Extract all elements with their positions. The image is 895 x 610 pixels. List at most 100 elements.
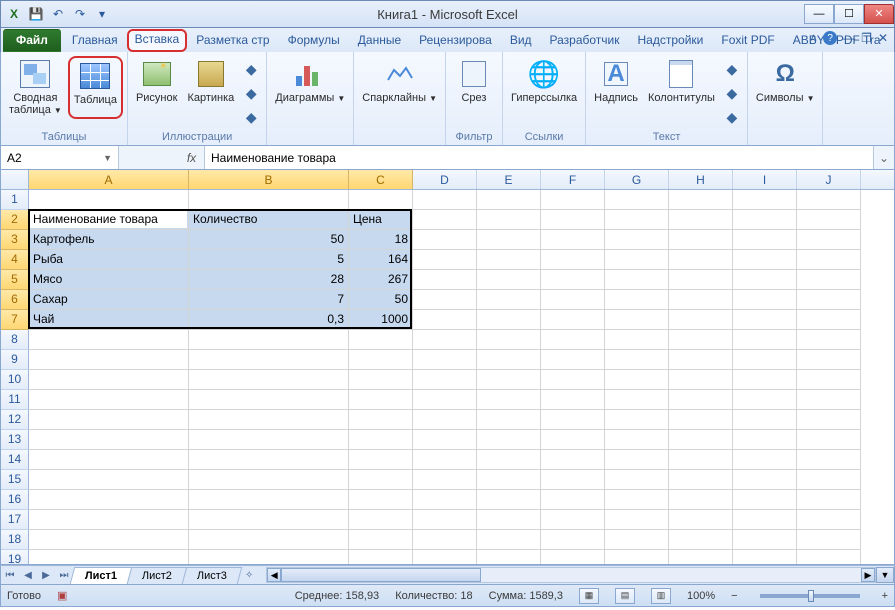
cell-B4[interactable]: 5 bbox=[189, 250, 349, 270]
cell-A6[interactable]: Сахар bbox=[29, 290, 189, 310]
tab-надстройки[interactable]: Надстройки bbox=[629, 29, 713, 52]
cell-B8[interactable] bbox=[189, 330, 349, 350]
cell-C16[interactable] bbox=[349, 490, 413, 510]
cell-B3[interactable]: 50 bbox=[189, 230, 349, 250]
mdi-restore-icon[interactable]: ❐ bbox=[861, 31, 872, 45]
cell-J14[interactable] bbox=[797, 450, 861, 470]
cell-E10[interactable] bbox=[477, 370, 541, 390]
row-header-3[interactable]: 3 bbox=[1, 230, 29, 250]
cell-C4[interactable]: 164 bbox=[349, 250, 413, 270]
row-header-16[interactable]: 16 bbox=[1, 490, 29, 510]
cell-H13[interactable] bbox=[669, 430, 733, 450]
cell-J16[interactable] bbox=[797, 490, 861, 510]
signature-icon[interactable]: ◆ bbox=[721, 82, 743, 104]
cell-I9[interactable] bbox=[733, 350, 797, 370]
cell-D13[interactable] bbox=[413, 430, 477, 450]
pivot-table-button[interactable]: Своднаятаблица ▼ bbox=[5, 56, 66, 119]
cell-B7[interactable]: 0,3 bbox=[189, 310, 349, 330]
cell-C2[interactable]: Цена bbox=[349, 210, 413, 230]
table-button[interactable]: Таблица bbox=[68, 56, 123, 119]
cell-A12[interactable] bbox=[29, 410, 189, 430]
cell-H18[interactable] bbox=[669, 530, 733, 550]
cell-F3[interactable] bbox=[541, 230, 605, 250]
cell-A8[interactable] bbox=[29, 330, 189, 350]
cell-I10[interactable] bbox=[733, 370, 797, 390]
cell-E7[interactable] bbox=[477, 310, 541, 330]
cell-J8[interactable] bbox=[797, 330, 861, 350]
cell-I14[interactable] bbox=[733, 450, 797, 470]
cell-J13[interactable] bbox=[797, 430, 861, 450]
sheet-tab-Лист3[interactable]: Лист3 bbox=[182, 567, 243, 584]
ribbon-minimize-icon[interactable]: ˄ bbox=[810, 31, 817, 45]
cell-A1[interactable] bbox=[29, 190, 189, 210]
sheet-tab-Лист2[interactable]: Лист2 bbox=[127, 567, 188, 584]
cell-F19[interactable] bbox=[541, 550, 605, 564]
cell-H3[interactable] bbox=[669, 230, 733, 250]
mdi-close-icon[interactable]: ✕ bbox=[878, 31, 888, 45]
cell-D17[interactable] bbox=[413, 510, 477, 530]
cell-H17[interactable] bbox=[669, 510, 733, 530]
cell-A7[interactable]: Чай bbox=[29, 310, 189, 330]
cell-G17[interactable] bbox=[605, 510, 669, 530]
cell-B5[interactable]: 28 bbox=[189, 270, 349, 290]
cell-D4[interactable] bbox=[413, 250, 477, 270]
cell-I17[interactable] bbox=[733, 510, 797, 530]
cell-J17[interactable] bbox=[797, 510, 861, 530]
smartart-icon[interactable]: ◆ bbox=[240, 82, 262, 104]
column-header-G[interactable]: G bbox=[605, 170, 669, 189]
cell-I11[interactable] bbox=[733, 390, 797, 410]
cell-I13[interactable] bbox=[733, 430, 797, 450]
cell-J10[interactable] bbox=[797, 370, 861, 390]
cell-G14[interactable] bbox=[605, 450, 669, 470]
cell-H1[interactable] bbox=[669, 190, 733, 210]
cell-A19[interactable] bbox=[29, 550, 189, 564]
cell-J3[interactable] bbox=[797, 230, 861, 250]
cell-B16[interactable] bbox=[189, 490, 349, 510]
cell-E12[interactable] bbox=[477, 410, 541, 430]
cell-H14[interactable] bbox=[669, 450, 733, 470]
cell-I8[interactable] bbox=[733, 330, 797, 350]
select-all-corner[interactable] bbox=[1, 170, 29, 189]
cell-I2[interactable] bbox=[733, 210, 797, 230]
window-maximize-button[interactable]: ☐ bbox=[834, 4, 864, 24]
cell-B12[interactable] bbox=[189, 410, 349, 430]
column-header-I[interactable]: I bbox=[733, 170, 797, 189]
window-minimize-button[interactable]: — bbox=[804, 4, 834, 24]
sheet-tab-Лист1[interactable]: Лист1 bbox=[70, 567, 133, 584]
cell-E9[interactable] bbox=[477, 350, 541, 370]
cell-H19[interactable] bbox=[669, 550, 733, 564]
save-icon[interactable]: 💾 bbox=[27, 5, 45, 23]
cell-B17[interactable] bbox=[189, 510, 349, 530]
cell-C14[interactable] bbox=[349, 450, 413, 470]
cell-F11[interactable] bbox=[541, 390, 605, 410]
tab-рецензирова[interactable]: Рецензирова bbox=[410, 29, 501, 52]
cell-C10[interactable] bbox=[349, 370, 413, 390]
cell-E8[interactable] bbox=[477, 330, 541, 350]
cell-A3[interactable]: Картофель bbox=[29, 230, 189, 250]
row-header-13[interactable]: 13 bbox=[1, 430, 29, 450]
mdi-minimize-icon[interactable]: — bbox=[843, 31, 855, 45]
sparklines-button[interactable]: Спарклайны ▼ bbox=[358, 56, 441, 107]
cell-B2[interactable]: Количество bbox=[189, 210, 349, 230]
cell-A17[interactable] bbox=[29, 510, 189, 530]
hyperlink-button[interactable]: 🌐Гиперссылка bbox=[507, 56, 581, 106]
cell-I4[interactable] bbox=[733, 250, 797, 270]
cell-C12[interactable] bbox=[349, 410, 413, 430]
cell-A9[interactable] bbox=[29, 350, 189, 370]
cell-E18[interactable] bbox=[477, 530, 541, 550]
tab-вид[interactable]: Вид bbox=[501, 29, 541, 52]
cell-D16[interactable] bbox=[413, 490, 477, 510]
cell-A16[interactable] bbox=[29, 490, 189, 510]
view-page-layout-button[interactable]: ▤ bbox=[615, 588, 635, 604]
cell-H5[interactable] bbox=[669, 270, 733, 290]
cell-A2[interactable]: Наименование товара bbox=[29, 210, 189, 230]
cell-D3[interactable] bbox=[413, 230, 477, 250]
cell-C1[interactable] bbox=[349, 190, 413, 210]
cell-F18[interactable] bbox=[541, 530, 605, 550]
cell-B10[interactable] bbox=[189, 370, 349, 390]
row-header-14[interactable]: 14 bbox=[1, 450, 29, 470]
cell-H8[interactable] bbox=[669, 330, 733, 350]
cell-E1[interactable] bbox=[477, 190, 541, 210]
cell-J19[interactable] bbox=[797, 550, 861, 564]
cell-G6[interactable] bbox=[605, 290, 669, 310]
